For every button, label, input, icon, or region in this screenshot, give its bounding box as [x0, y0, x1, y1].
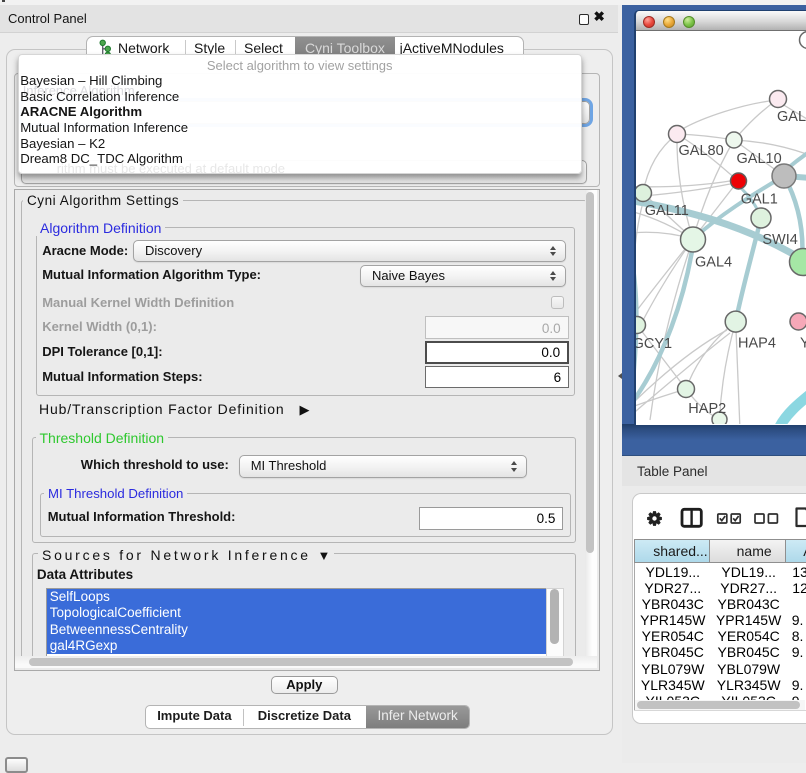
svg-text:GAL11: GAL11 — [645, 203, 689, 219]
svg-text:GAL1: GAL1 — [741, 192, 778, 208]
svg-text:GCY1: GCY1 — [636, 336, 672, 352]
svg-text:HAP4: HAP4 — [738, 336, 776, 352]
svg-text:HAP2: HAP2 — [688, 401, 726, 417]
svg-text:GAL10: GAL10 — [737, 151, 782, 167]
svg-text:Y: Y — [800, 336, 806, 352]
svg-text:SWI4: SWI4 — [762, 232, 797, 248]
svg-text:GAL80: GAL80 — [679, 143, 724, 159]
svg-text:GAL7: GAL7 — [777, 109, 806, 125]
svg-text:GAL4: GAL4 — [695, 255, 732, 271]
